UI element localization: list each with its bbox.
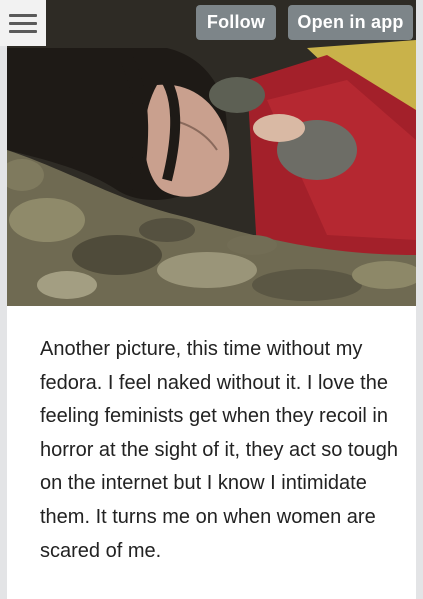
menu-line-2 [9, 21, 37, 25]
menu-line-3 [9, 29, 37, 33]
follow-button[interactable]: Follow [196, 5, 276, 40]
post-caption: Another picture, this time without my fe… [40, 338, 398, 562]
top-bar: Follow Open in app [0, 0, 423, 48]
open-in-app-button[interactable]: Open in app [288, 5, 413, 40]
menu-line-1 [9, 13, 37, 17]
hamburger-menu-icon[interactable] [0, 0, 46, 46]
